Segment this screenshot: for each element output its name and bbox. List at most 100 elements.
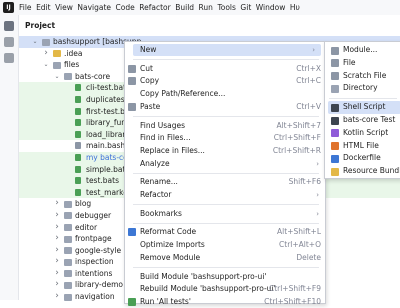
structure-tool-icon[interactable] xyxy=(4,53,14,63)
menu-file[interactable]: File xyxy=(19,3,32,12)
menu-item-shortcut: Ctrl+Shift+F xyxy=(273,133,321,143)
submenu-item-label: HTML File xyxy=(343,140,379,150)
file-icon xyxy=(75,107,81,115)
tree-row-label: bats-core xyxy=(75,71,111,81)
menu-item-shortcut: Ctrl+V xyxy=(296,101,321,111)
menu-item-copy-path-reference[interactable]: Copy Path/Reference... xyxy=(125,88,325,100)
menu-item-label: Bookmarks xyxy=(140,208,182,218)
menu-item-label: Rename... xyxy=(140,177,178,187)
menu-item-find-usages[interactable]: Find Usages Alt+Shift+7 xyxy=(125,120,325,132)
commit-tool-icon[interactable] xyxy=(4,37,14,47)
menu-code[interactable]: Code xyxy=(116,3,135,12)
submenu-item-file[interactable]: File xyxy=(325,57,400,70)
menu-window[interactable]: Window xyxy=(256,3,286,12)
submenu-item-directory[interactable]: Directory xyxy=(325,82,400,95)
menu-separator xyxy=(133,267,319,268)
menu-git[interactable]: Git xyxy=(240,3,251,12)
menu-view[interactable]: View xyxy=(55,3,73,12)
menu-item-reformat-code[interactable]: Reformat Code Alt+Shift+L xyxy=(125,226,325,238)
submenu-item-label: Resource Bundle xyxy=(343,166,400,176)
submenu-item-html-file[interactable]: HTML File xyxy=(325,140,400,153)
new-submenu: Module... File Scratch File Directory Shell … xyxy=(324,41,400,179)
submenu-item-resource-bundle[interactable]: Resource Bundle xyxy=(325,165,400,178)
menu-item-rebuild-module-bashsupport-pro-ui[interactable]: Rebuild Module 'bashsupport-pro-ui' Ctrl+… xyxy=(125,283,325,295)
menu-item-bookmarks[interactable]: Bookmarks › xyxy=(125,208,325,220)
shell-script-icon xyxy=(331,103,339,112)
menu-edit[interactable]: Edit xyxy=(36,3,51,12)
chevron-right-icon[interactable]: › xyxy=(53,291,61,303)
menu-item-run-all-tests[interactable]: Run 'All tests' Ctrl+Shift+F10 xyxy=(125,296,325,308)
menu-separator xyxy=(133,222,319,224)
chevron-right-icon[interactable]: › xyxy=(53,279,61,291)
menu-item-label: Analyze xyxy=(140,158,170,168)
submenu-item-bats-core-test[interactable]: bats-core Test xyxy=(325,114,400,127)
menu-item-paste[interactable]: Paste Ctrl+V xyxy=(125,101,325,113)
submenu-item-scratch-file[interactable]: Scratch File xyxy=(325,70,400,83)
menu-item-label: Copy xyxy=(140,76,160,86)
chevron-right-icon: › xyxy=(312,46,315,54)
tree-row-label: google-style xyxy=(75,245,122,255)
menu-help[interactable]: Hυ xyxy=(290,3,300,12)
file-icon xyxy=(75,153,81,161)
chevron-right-icon: › xyxy=(316,209,319,218)
tree-row-label: test.bats xyxy=(86,176,119,186)
folder-icon xyxy=(64,270,72,278)
menu-navigate[interactable]: Navigate xyxy=(77,3,111,12)
submenu-item-kotlin-script[interactable]: Kotlin Script xyxy=(325,127,400,140)
folder-icon xyxy=(64,73,72,81)
chevron-right-icon[interactable]: › xyxy=(53,222,61,234)
menu-item-replace-in-files[interactable]: Replace in Files... Ctrl+Shift+R xyxy=(125,145,325,157)
folder-icon xyxy=(53,50,61,58)
menu-refactor[interactable]: Refactor xyxy=(139,3,170,12)
submenu-item-module[interactable]: Module... xyxy=(325,44,400,57)
tool-window-sidebar xyxy=(0,15,19,300)
file-icon xyxy=(75,177,81,185)
menu-item-copy[interactable]: Copy Ctrl+C xyxy=(125,75,325,87)
chevron-right-icon[interactable]: › xyxy=(53,210,61,222)
menu-tools[interactable]: Tools xyxy=(217,3,235,12)
reformat-icon xyxy=(128,228,136,237)
scratch-file-icon xyxy=(331,72,339,81)
chevron-right-icon[interactable]: › xyxy=(53,233,61,245)
tree-row-label: debugger xyxy=(75,210,112,220)
menu-item-rename[interactable]: Rename... Shift+F6 xyxy=(125,176,325,188)
menu-item-find-in-files[interactable]: Find in Files... Ctrl+Shift+F xyxy=(125,132,325,144)
menu-item-analyze[interactable]: Analyze › xyxy=(125,158,325,170)
chevron-right-icon[interactable]: › xyxy=(53,256,61,268)
submenu-item-dockerfile[interactable]: Dockerfile xyxy=(325,152,400,165)
tree-row-label: library-demo xyxy=(75,280,123,290)
menu-item-shortcut: Alt+Shift+7 xyxy=(276,120,321,130)
submenu-item-shell-script[interactable]: Shell Script xyxy=(328,101,400,114)
submenu-item-label: Directory xyxy=(343,83,378,93)
menu-separator xyxy=(133,59,319,61)
file-icon xyxy=(75,119,81,127)
chevron-right-icon[interactable]: › xyxy=(42,48,50,60)
menu-item-label: Paste xyxy=(140,101,161,111)
menu-item-label: Run 'All tests' xyxy=(140,296,191,306)
menu-build[interactable]: Build xyxy=(175,3,194,12)
chevron-down-icon[interactable]: ⌄ xyxy=(42,59,50,71)
menu-item-cut[interactable]: Cut Ctrl+X xyxy=(125,63,325,75)
app-logo-icon[interactable]: IJ xyxy=(3,2,14,13)
context-menu: New › Cut Ctrl+X Copy Ctrl+C Copy Path/Referen… xyxy=(124,41,326,306)
menu-item-optimize-imports[interactable]: Optimize Imports Ctrl+Alt+O xyxy=(125,239,325,251)
menu-item-build-module-bashsupport-pro-ui[interactable]: Build Module 'bashsupport-pro-ui' xyxy=(125,271,325,283)
file-icon xyxy=(75,188,81,196)
menu-item-new[interactable]: New › xyxy=(133,44,321,56)
folder-icon xyxy=(64,212,72,220)
chevron-right-icon[interactable]: › xyxy=(53,268,61,280)
menu-item-shortcut: Delete xyxy=(296,252,321,262)
menu-item-refactor[interactable]: Refactor › xyxy=(125,189,325,201)
chevron-right-icon[interactable]: › xyxy=(53,245,61,257)
chevron-down-icon[interactable]: ⌄ xyxy=(31,36,39,48)
menu-item-label: Remove Module xyxy=(140,252,201,262)
chevron-down-icon[interactable]: ⌄ xyxy=(53,71,61,83)
menu-run[interactable]: Run xyxy=(199,3,213,12)
menu-item-remove-module[interactable]: Remove Module Delete xyxy=(125,252,325,264)
folder-icon xyxy=(64,235,72,243)
file-icon xyxy=(75,165,81,173)
project-tool-icon[interactable] xyxy=(4,21,14,31)
resource-bundle-icon xyxy=(331,167,339,176)
submenu-item-label: Kotlin Script xyxy=(343,127,389,137)
chevron-right-icon[interactable]: › xyxy=(53,198,61,210)
